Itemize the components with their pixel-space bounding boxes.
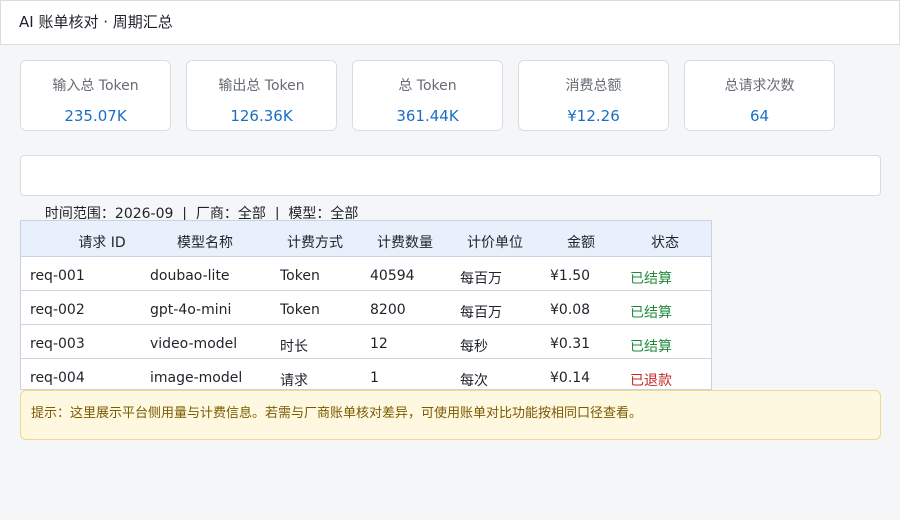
cell-price-unit: 每百万 <box>460 271 502 287</box>
cell-price-unit: 每次 <box>460 373 488 389</box>
card-label: 输出总 Token <box>218 78 305 94</box>
cell-amount: ¥1.50 <box>550 268 591 284</box>
col-status: 状态 <box>651 235 679 251</box>
status-badge: 已结算 <box>630 271 672 287</box>
filter-bar: 时间范围：2026-09 | 厂商：全部 | 模型：全部 <box>20 155 881 222</box>
cell-billing-method: 时长 <box>280 339 308 355</box>
table-row[interactable]: req-003 video-model 时长 12 每秒 ¥0.31 已结算 <box>21 325 711 359</box>
card-output-tokens: 输出总 Token 126.36K <box>186 60 337 131</box>
card-value: ¥12.26 <box>567 107 620 125</box>
card-total-tokens: 总 Token 361.44K <box>352 60 503 131</box>
page-title: AI 账单核对 · 周期汇总 <box>19 13 173 31</box>
card-input-tokens: 输入总 Token 235.07K <box>20 60 171 131</box>
cell-model-name: video-model <box>150 336 238 352</box>
card-total-spend: 消费总额 ¥12.26 <box>518 60 669 131</box>
card-value: 235.07K <box>64 107 127 125</box>
cell-billing-quantity: 12 <box>370 336 388 352</box>
cell-billing-quantity: 1 <box>370 370 379 386</box>
cell-price-unit: 每秒 <box>460 339 488 355</box>
col-billing-quantity: 计费数量 <box>377 235 433 251</box>
cell-amount: ¥0.31 <box>550 336 591 352</box>
card-value: 64 <box>749 107 770 125</box>
cell-request-id: req-001 <box>30 268 85 284</box>
table-row[interactable]: req-001 doubao-lite Token 40594 每百万 ¥1.5… <box>21 257 711 291</box>
table-header: 请求 ID 模型名称 计费方式 计费数量 计价单位 金额 状态 <box>21 221 711 257</box>
cell-model-name: gpt-4o-mini <box>150 302 232 318</box>
cell-billing-method: Token <box>280 268 320 284</box>
col-price-unit: 计价单位 <box>467 235 523 251</box>
billing-table: 请求 ID 模型名称 计费方式 计费数量 计价单位 金额 状态 req-001 … <box>20 220 712 390</box>
table-row[interactable]: req-004 image-model 请求 1 每次 ¥0.14 已退款 <box>21 359 711 389</box>
card-value: 126.36K <box>230 107 293 125</box>
notice-text: 提示：这里展示平台侧用量与计费信息。若需与厂商账单核对差异，可使用账单对比功能按… <box>31 406 643 421</box>
cell-request-id: req-002 <box>30 302 85 318</box>
cell-request-id: req-004 <box>30 370 85 386</box>
col-amount: 金额 <box>567 235 595 251</box>
cell-model-name: doubao-lite <box>150 268 230 284</box>
card-value: 361.44K <box>396 107 459 125</box>
col-model-name: 模型名称 <box>177 235 233 251</box>
card-label: 消费总额 <box>565 78 622 94</box>
cell-price-unit: 每百万 <box>460 305 502 321</box>
col-billing-method: 计费方式 <box>287 235 343 251</box>
cell-billing-method: 请求 <box>280 373 308 389</box>
status-badge: 已退款 <box>630 373 672 389</box>
notice-banner: 提示：这里展示平台侧用量与计费信息。若需与厂商账单核对差异，可使用账单对比功能按… <box>20 390 881 440</box>
page-header: AI 账单核对 · 周期汇总 <box>0 0 900 45</box>
cell-amount: ¥0.14 <box>550 370 591 386</box>
status-badge: 已结算 <box>630 339 672 355</box>
cell-model-name: image-model <box>150 370 243 386</box>
card-total-requests: 总请求次数 64 <box>684 60 835 131</box>
col-request-id: 请求 ID <box>78 235 126 251</box>
status-badge: 已结算 <box>630 305 672 321</box>
card-label: 输入总 Token <box>52 78 139 94</box>
cell-request-id: req-003 <box>30 336 85 352</box>
cell-billing-quantity: 40594 <box>370 268 415 284</box>
card-label: 总 Token <box>398 78 457 94</box>
cell-amount: ¥0.08 <box>550 302 591 318</box>
cell-billing-quantity: 8200 <box>370 302 406 318</box>
table-row[interactable]: req-002 gpt-4o-mini Token 8200 每百万 ¥0.08… <box>21 291 711 325</box>
cell-billing-method: Token <box>280 302 320 318</box>
card-label: 总请求次数 <box>724 78 795 94</box>
